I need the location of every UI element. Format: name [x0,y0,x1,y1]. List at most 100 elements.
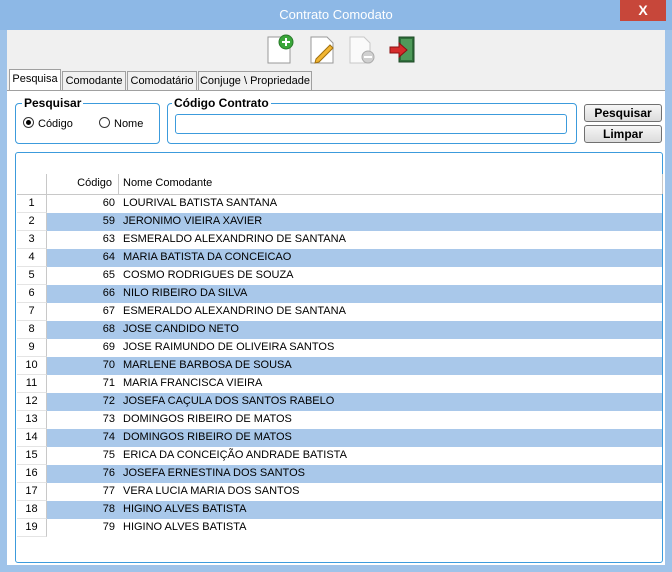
header-name[interactable]: Nome Comodante [123,174,663,194]
table-row[interactable]: 7 67 ESMERALDO ALEXANDRINO DE SANTANA [17,303,662,321]
row-name: JERONIMO VIEIRA XAVIER [123,215,263,227]
window-client: Pesquisa Comodante Comodatário Conjuge \… [7,30,665,565]
table-row[interactable]: 9 69 JOSE RAIMUNDO DE OLIVEIRA SANTOS [17,339,662,357]
edit-document-button[interactable] [306,33,338,65]
table-row[interactable]: 4 64 MARIA BATISTA DA CONCEICAO [17,249,662,267]
row-code: 68 [102,323,115,335]
contract-code-input[interactable] [175,114,567,134]
row-number: 19 [17,519,47,537]
row-number: 9 [17,339,47,357]
table-row[interactable]: 16 76 JOSEFA ERNESTINA DOS SANTOS [17,465,662,483]
contract-code-group: Código Contrato [167,96,577,144]
tab-pesquisa[interactable]: Pesquisa [9,69,61,91]
table-row[interactable]: 5 65 COSMO RODRIGUES DE SOUZA [17,267,662,285]
radio-nome[interactable] [99,117,110,128]
row-name: JOSE RAIMUNDO DE OLIVEIRA SANTOS [123,341,335,353]
row-code: 74 [102,431,115,443]
row-name: VERA LUCIA MARIA DOS SANTOS [123,485,300,497]
table-row[interactable]: 6 66 NILO RIBEIRO DA SILVA [17,285,662,303]
tab-comodante[interactable]: Comodante [62,71,126,90]
table-row[interactable]: 8 68 JOSE CANDIDO NETO [17,321,662,339]
row-number: 2 [17,213,47,231]
table-row[interactable]: 11 71 MARIA FRANCISCA VIEIRA [17,375,662,393]
radio-codigo[interactable] [23,117,34,128]
row-name: MARIA FRANCISCA VIEIRA [123,377,263,389]
row-name: ERICA DA CONCEIÇÃO ANDRADE BATISTA [123,449,347,461]
row-code: 63 [102,233,115,245]
contract-code-label: Código Contrato [172,96,271,110]
row-number: 17 [17,483,47,501]
table-row[interactable]: 18 78 HIGINO ALVES BATISTA [17,501,662,519]
row-code: 71 [102,377,115,389]
row-name: HIGINO ALVES BATISTA [123,521,247,533]
row-name: DOMINGOS RIBEIRO DE MATOS [123,431,292,443]
window-title: Contrato Comodato [279,7,393,22]
header-code[interactable]: Código [47,174,119,194]
row-code: 77 [102,485,115,497]
row-code: 69 [102,341,115,353]
table-row[interactable]: 15 75 ERICA DA CONCEIÇÃO ANDRADE BATISTA [17,447,662,465]
table-row[interactable]: 10 70 MARLENE BARBOSA DE SOUSA [17,357,662,375]
row-code: 67 [102,305,115,317]
remove-document-button[interactable] [346,33,378,65]
table-row[interactable]: 14 74 DOMINGOS RIBEIRO DE MATOS [17,429,662,447]
edit-document-icon [310,36,334,64]
row-number: 3 [17,231,47,249]
row-name: JOSEFA CAÇULA DOS SANTOS RABELO [123,395,335,407]
tab-conjuge-propriedade[interactable]: Conjuge \ Propriedade [198,71,312,90]
row-name: DOMINGOS RIBEIRO DE MATOS [123,413,292,425]
exit-icon [389,36,415,63]
row-code: 78 [102,503,115,515]
row-number: 1 [17,195,47,213]
exit-button[interactable] [387,33,419,65]
row-number: 18 [17,501,47,519]
row-code: 72 [102,395,115,407]
row-number: 15 [17,447,47,465]
table-row[interactable]: 2 59 JERONIMO VIEIRA XAVIER [17,213,662,231]
row-code: 79 [102,521,115,533]
radio-codigo-label: Código [38,118,73,130]
row-number: 14 [17,429,47,447]
results-grid: Código Nome Comodante 1 60 LOURIVAL BATIST… [15,152,663,563]
remove-document-icon [349,36,375,64]
row-number: 13 [17,411,47,429]
clear-button[interactable]: Limpar [584,125,662,143]
row-code: 70 [102,359,115,371]
row-code: 75 [102,449,115,461]
row-number: 12 [17,393,47,411]
search-mode-group: Pesquisar Código Nome [15,96,160,144]
search-button[interactable]: Pesquisar [584,104,662,122]
title-bar: Contrato Comodato X [0,0,672,30]
row-name: ESMERALDO ALEXANDRINO DE SANTANA [123,305,346,317]
row-name: JOSE CANDIDO NETO [123,323,239,335]
row-number: 16 [17,465,47,483]
row-name: LOURIVAL BATISTA SANTANA [123,197,278,209]
row-code: 60 [102,197,115,209]
row-number: 4 [17,249,47,267]
table-row[interactable]: 19 79 HIGINO ALVES BATISTA [17,519,662,537]
row-number: 11 [17,375,47,393]
radio-nome-label: Nome [114,118,144,130]
table-row[interactable]: 17 77 VERA LUCIA MARIA DOS SANTOS [17,483,662,501]
table-row[interactable]: 13 73 DOMINGOS RIBEIRO DE MATOS [17,411,662,429]
tab-strip: Pesquisa Comodante Comodatário Conjuge \… [7,69,665,91]
row-number: 10 [17,357,47,375]
table-row[interactable]: 12 72 JOSEFA CAÇULA DOS SANTOS RABELO [17,393,662,411]
search-panel: Pesquisar Código Nome Código Contrato Pe… [7,90,665,565]
row-number: 8 [17,321,47,339]
add-document-button[interactable] [264,33,296,65]
table-row[interactable]: 3 63 ESMERALDO ALEXANDRINO DE SANTANA [17,231,662,249]
grid-header: Código Nome Comodante [17,174,663,195]
row-name: MARIA BATISTA DA CONCEICAO [123,251,292,263]
row-code: 66 [102,287,115,299]
tab-comodatario[interactable]: Comodatário [127,71,197,90]
row-number: 7 [17,303,47,321]
row-code: 76 [102,467,115,479]
app-window: Contrato Comodato X Pesquisa Comodante C… [0,0,672,572]
row-name: MARLENE BARBOSA DE SOUSA [123,359,292,371]
table-row[interactable]: 1 60 LOURIVAL BATISTA SANTANA [17,195,662,213]
row-name: HIGINO ALVES BATISTA [123,503,247,515]
row-code: 73 [102,413,115,425]
close-button[interactable]: X [620,0,666,21]
row-name: NILO RIBEIRO DA SILVA [123,287,248,299]
